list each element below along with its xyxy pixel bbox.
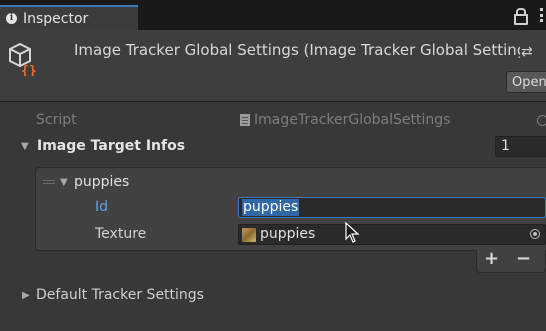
object-picker-icon[interactable]	[530, 229, 540, 239]
lock-icon[interactable]	[514, 8, 528, 25]
default-settings-label: Default Tracker Settings	[36, 287, 204, 303]
texture-object-field[interactable]: puppies	[238, 224, 546, 245]
id-label: Id	[95, 199, 109, 215]
tab-strip: i Inspector	[0, 0, 546, 30]
script-file-icon	[240, 114, 250, 126]
svg-text:{}: {}	[21, 64, 37, 76]
info-icon: i	[6, 13, 17, 24]
scriptable-object-icon: {}	[9, 42, 37, 76]
foldout-collapsed-icon[interactable]: ▶	[22, 290, 30, 301]
id-text-field[interactable]: puppies	[238, 197, 546, 218]
script-field[interactable]: ImageTrackerGlobalSettings	[240, 112, 450, 128]
foldout-expanded-icon[interactable]: ▼	[21, 141, 29, 152]
foldout-expanded-icon[interactable]: ▼	[60, 177, 68, 188]
texture-thumbnail	[242, 228, 256, 242]
add-element-button[interactable]: +	[484, 248, 499, 270]
id-row: Id puppies	[0, 196, 546, 220]
tab-tools	[514, 8, 546, 25]
image-target-infos-foldout[interactable]: ▼ Image Target Infos 1	[0, 135, 546, 159]
script-row: Script ImageTrackerGlobalSettings	[0, 109, 546, 133]
texture-value: puppies	[260, 226, 316, 242]
element-label: puppies	[74, 174, 130, 190]
list-element-foldout[interactable]: ▼ puppies	[0, 171, 546, 195]
open-button[interactable]: Open	[506, 71, 546, 93]
inspector-header: {} Image Tracker Global Settings (Image …	[0, 30, 546, 102]
default-tracker-settings-foldout[interactable]: ▶ Default Tracker Settings	[0, 284, 546, 308]
texture-label: Texture	[95, 226, 147, 242]
id-value: puppies	[242, 199, 300, 216]
mouse-cursor-icon	[345, 222, 360, 243]
tab-inspector[interactable]: i Inspector	[0, 5, 138, 30]
asset-title: Image Tracker Global Settings (Image Tra…	[74, 41, 520, 59]
remove-element-button[interactable]: −	[516, 248, 531, 270]
kebab-menu-icon[interactable]	[540, 8, 544, 22]
script-label: Script	[36, 112, 77, 128]
texture-row: Texture puppies	[0, 223, 546, 247]
script-value: ImageTrackerGlobalSettings	[254, 112, 451, 128]
object-picker-icon	[537, 115, 546, 126]
settings-sliders-icon[interactable]: ⇄	[521, 44, 533, 60]
tab-label: Inspector	[23, 10, 89, 27]
list-size-field[interactable]: 1	[495, 136, 546, 157]
list-label: Image Target Infos	[37, 138, 186, 154]
